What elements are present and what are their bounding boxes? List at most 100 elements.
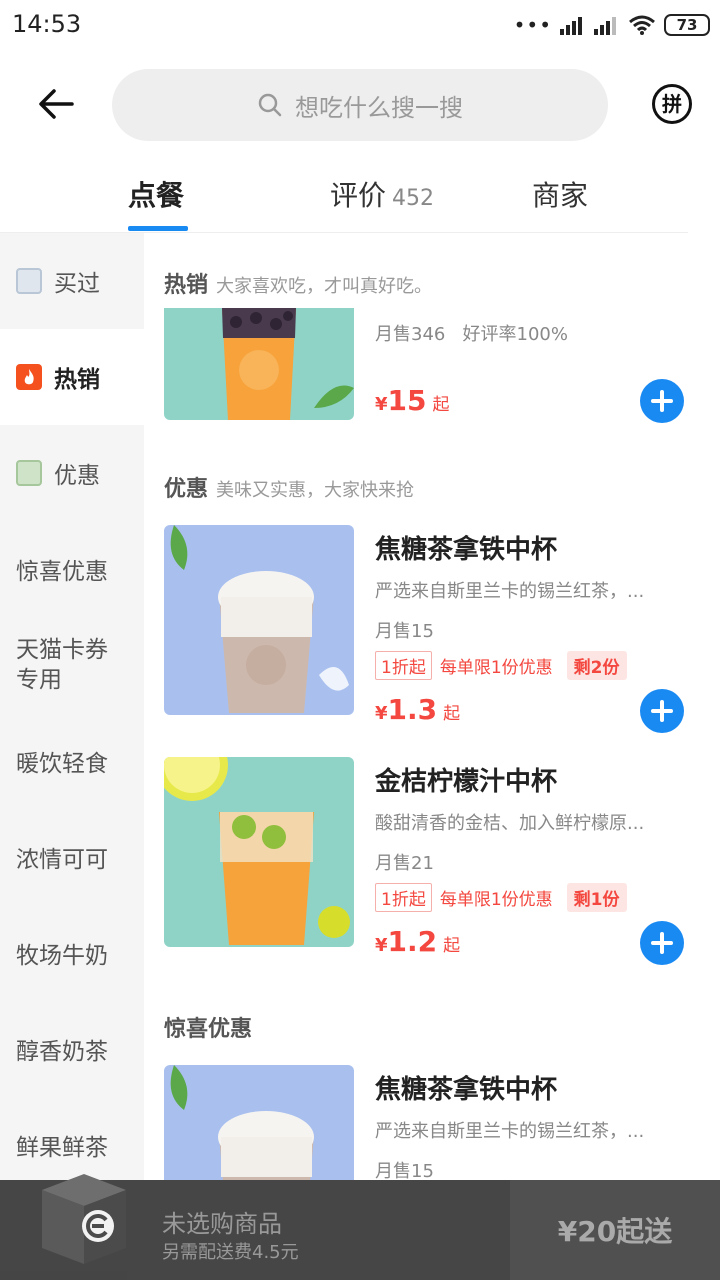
- price-value: 1.2: [387, 925, 438, 958]
- sidebar-item-label: 牧场牛奶: [16, 943, 108, 969]
- receipt-icon: [16, 268, 42, 294]
- tab-merchant-label: 商家: [532, 179, 589, 212]
- product-sales-count: 月售346: [375, 324, 446, 345]
- product-description: 严选来自斯里兰卡的锡兰红茶，...: [375, 581, 645, 602]
- category-sidebar: 买过 热销 优惠 惊喜优惠 天猫卡券 专用 暖饮轻食 浓情可可 牧场牛奶 醇香奶…: [0, 233, 144, 1280]
- product-price: ¥1.2 起: [375, 925, 460, 958]
- section-title-text: 优惠: [164, 477, 209, 502]
- product-sales-count: 月售21: [375, 853, 434, 874]
- tab-reviews-label: 评价: [330, 179, 387, 212]
- section-title-surprise: 惊喜优惠: [164, 1011, 252, 1043]
- section-title-hot: 热销 大家喜欢吃，才叫真好吃。: [164, 267, 432, 299]
- sidebar-item-milk-tea[interactable]: 醇香奶茶: [0, 1001, 144, 1097]
- add-to-cart-button[interactable]: [640, 689, 684, 733]
- promo-tags: 1折起 每单限1份优惠 剩2份: [375, 651, 627, 680]
- product-name: 焦糖茶拿铁中杯: [375, 1075, 558, 1105]
- product-card-caramel-latte[interactable]: 焦糖茶拿铁中杯 严选来自斯里兰卡的锡兰红茶，... 月售15 1折起 每单限1份…: [164, 525, 684, 733]
- header: 想吃什么搜一搜 拼: [0, 60, 720, 150]
- price-value: 15: [387, 384, 427, 417]
- product-list: 热销 大家喜欢吃，才叫真好吃。 月售346 好评率100% ¥15 起 优惠 美…: [144, 233, 720, 1180]
- signal-dots-icon: •••: [513, 13, 552, 37]
- group-order-icon[interactable]: 拼: [652, 84, 692, 124]
- search-icon: [258, 93, 282, 117]
- product-price: ¥15 起: [375, 384, 450, 417]
- product-sales: 月售346 好评率100%: [375, 320, 568, 346]
- sidebar-item-label: 暖饮轻食: [16, 751, 108, 777]
- sidebar-item-cocoa[interactable]: 浓情可可: [0, 809, 144, 905]
- sidebar-item-label: 热销: [54, 367, 100, 393]
- sidebar-item-warm-drinks[interactable]: 暖饮轻食: [0, 713, 144, 809]
- tab-bar: 点餐 评价 452 商家: [0, 160, 720, 232]
- active-tab-indicator: [128, 226, 188, 231]
- signal-icon: [560, 17, 582, 35]
- cart-status: 未选购商品: [162, 1210, 282, 1238]
- product-image: [164, 1065, 354, 1180]
- sidebar-item-label: 优惠: [54, 463, 100, 489]
- sidebar-item-label: 买过: [54, 271, 100, 297]
- sidebar-item-hot[interactable]: 热销: [0, 329, 144, 425]
- product-card-caramel-latte-2[interactable]: 焦糖茶拿铁中杯 严选来自斯里兰卡的锡兰红茶，... 月售15: [164, 1065, 684, 1180]
- min-order-button[interactable]: ¥20起送: [510, 1180, 720, 1280]
- sidebar-item-label: 惊喜优惠: [16, 559, 108, 585]
- shopping-box-icon[interactable]: [36, 1168, 132, 1268]
- sidebar-item-label: 鲜果鲜茶: [16, 1135, 108, 1161]
- price-value: 1.3: [387, 693, 438, 726]
- back-arrow-icon[interactable]: [34, 82, 78, 126]
- stock-left-badge: 剩1份: [566, 883, 627, 912]
- section-subtitle: 美味又实惠，大家快来抢: [216, 480, 415, 501]
- price-from: 起: [443, 936, 461, 956]
- currency-symbol: ¥: [375, 394, 388, 415]
- sidebar-item-label: 天猫卡券 专用: [16, 635, 108, 695]
- product-sales-count: 月售15: [375, 1161, 434, 1180]
- status-time: 14:53: [12, 10, 82, 38]
- product-image: [164, 308, 354, 420]
- tab-order-label: 点餐: [128, 179, 185, 212]
- sidebar-item-label: 浓情可可: [16, 847, 108, 873]
- stock-left-badge: 剩2份: [566, 651, 627, 680]
- promo-tags: 1折起 每单限1份优惠 剩1份: [375, 883, 627, 912]
- product-name: 焦糖茶拿铁中杯: [375, 535, 558, 565]
- product-image: [164, 525, 354, 715]
- tab-order[interactable]: 点餐: [128, 174, 184, 214]
- price-from: 起: [432, 395, 450, 415]
- sidebar-item-milk[interactable]: 牧场牛奶: [0, 905, 144, 1001]
- sidebar-item-label-line2: 专用: [16, 667, 62, 693]
- price-from: 起: [443, 704, 461, 724]
- battery-indicator: 73: [664, 14, 710, 36]
- section-title-text: 惊喜优惠: [164, 1017, 253, 1042]
- product-sales-count: 月售15: [375, 621, 434, 642]
- tab-merchant[interactable]: 商家: [532, 174, 588, 214]
- add-to-cart-button[interactable]: [640, 379, 684, 423]
- search-placeholder: 想吃什么搜一搜: [295, 93, 463, 122]
- tab-reviews-count: 452: [392, 186, 435, 211]
- section-subtitle: 大家喜欢吃，才叫真好吃。: [216, 276, 433, 297]
- limit-tag: 每单限1份优惠: [439, 890, 553, 910]
- search-bar[interactable]: 想吃什么搜一搜: [112, 69, 608, 141]
- discount-tag: 1折起: [375, 883, 432, 912]
- product-description: 酸甜清香的金桔、加入鲜柠檬原...: [375, 813, 645, 834]
- product-card-kumquat-lemon[interactable]: 金桔柠檬汁中杯 酸甜清香的金桔、加入鲜柠檬原... 月售21 1折起 每单限1份…: [164, 757, 684, 965]
- product-image: [164, 757, 354, 947]
- sidebar-item-discount[interactable]: 优惠: [0, 425, 144, 521]
- sidebar-item-bought[interactable]: 买过: [0, 233, 144, 329]
- tab-reviews[interactable]: 评价 452: [330, 174, 434, 214]
- discount-tag: 1折起: [375, 651, 432, 680]
- currency-symbol: ¥: [375, 703, 388, 724]
- app-screen: 14:53 ••• 73 想吃什么搜一搜 拼 点餐 评价 452 商家 买过 热…: [0, 0, 720, 1280]
- wifi-icon: [629, 15, 655, 35]
- delivery-fee: 另需配送费4.5元: [162, 1242, 299, 1263]
- product-description: 严选来自斯里兰卡的锡兰红茶，...: [375, 1121, 645, 1142]
- product-rating: 好评率100%: [462, 324, 568, 345]
- status-bar: 14:53 ••• 73: [0, 0, 720, 50]
- section-title-discount: 优惠 美味又实惠，大家快来抢: [164, 471, 414, 503]
- section-title-text: 热销: [164, 273, 209, 298]
- sidebar-item-tmall-coupon[interactable]: 天猫卡券 专用: [0, 617, 144, 713]
- add-to-cart-button[interactable]: [640, 921, 684, 965]
- flame-icon: [16, 364, 42, 390]
- status-icons: ••• 73: [514, 12, 710, 38]
- sidebar-item-label-line1: 天猫卡券: [16, 637, 108, 663]
- currency-symbol: ¥: [375, 935, 388, 956]
- product-price: ¥1.3 起: [375, 693, 460, 726]
- sidebar-item-surprise[interactable]: 惊喜优惠: [0, 521, 144, 617]
- product-card-hot[interactable]: 月售346 好评率100% ¥15 起: [164, 308, 684, 423]
